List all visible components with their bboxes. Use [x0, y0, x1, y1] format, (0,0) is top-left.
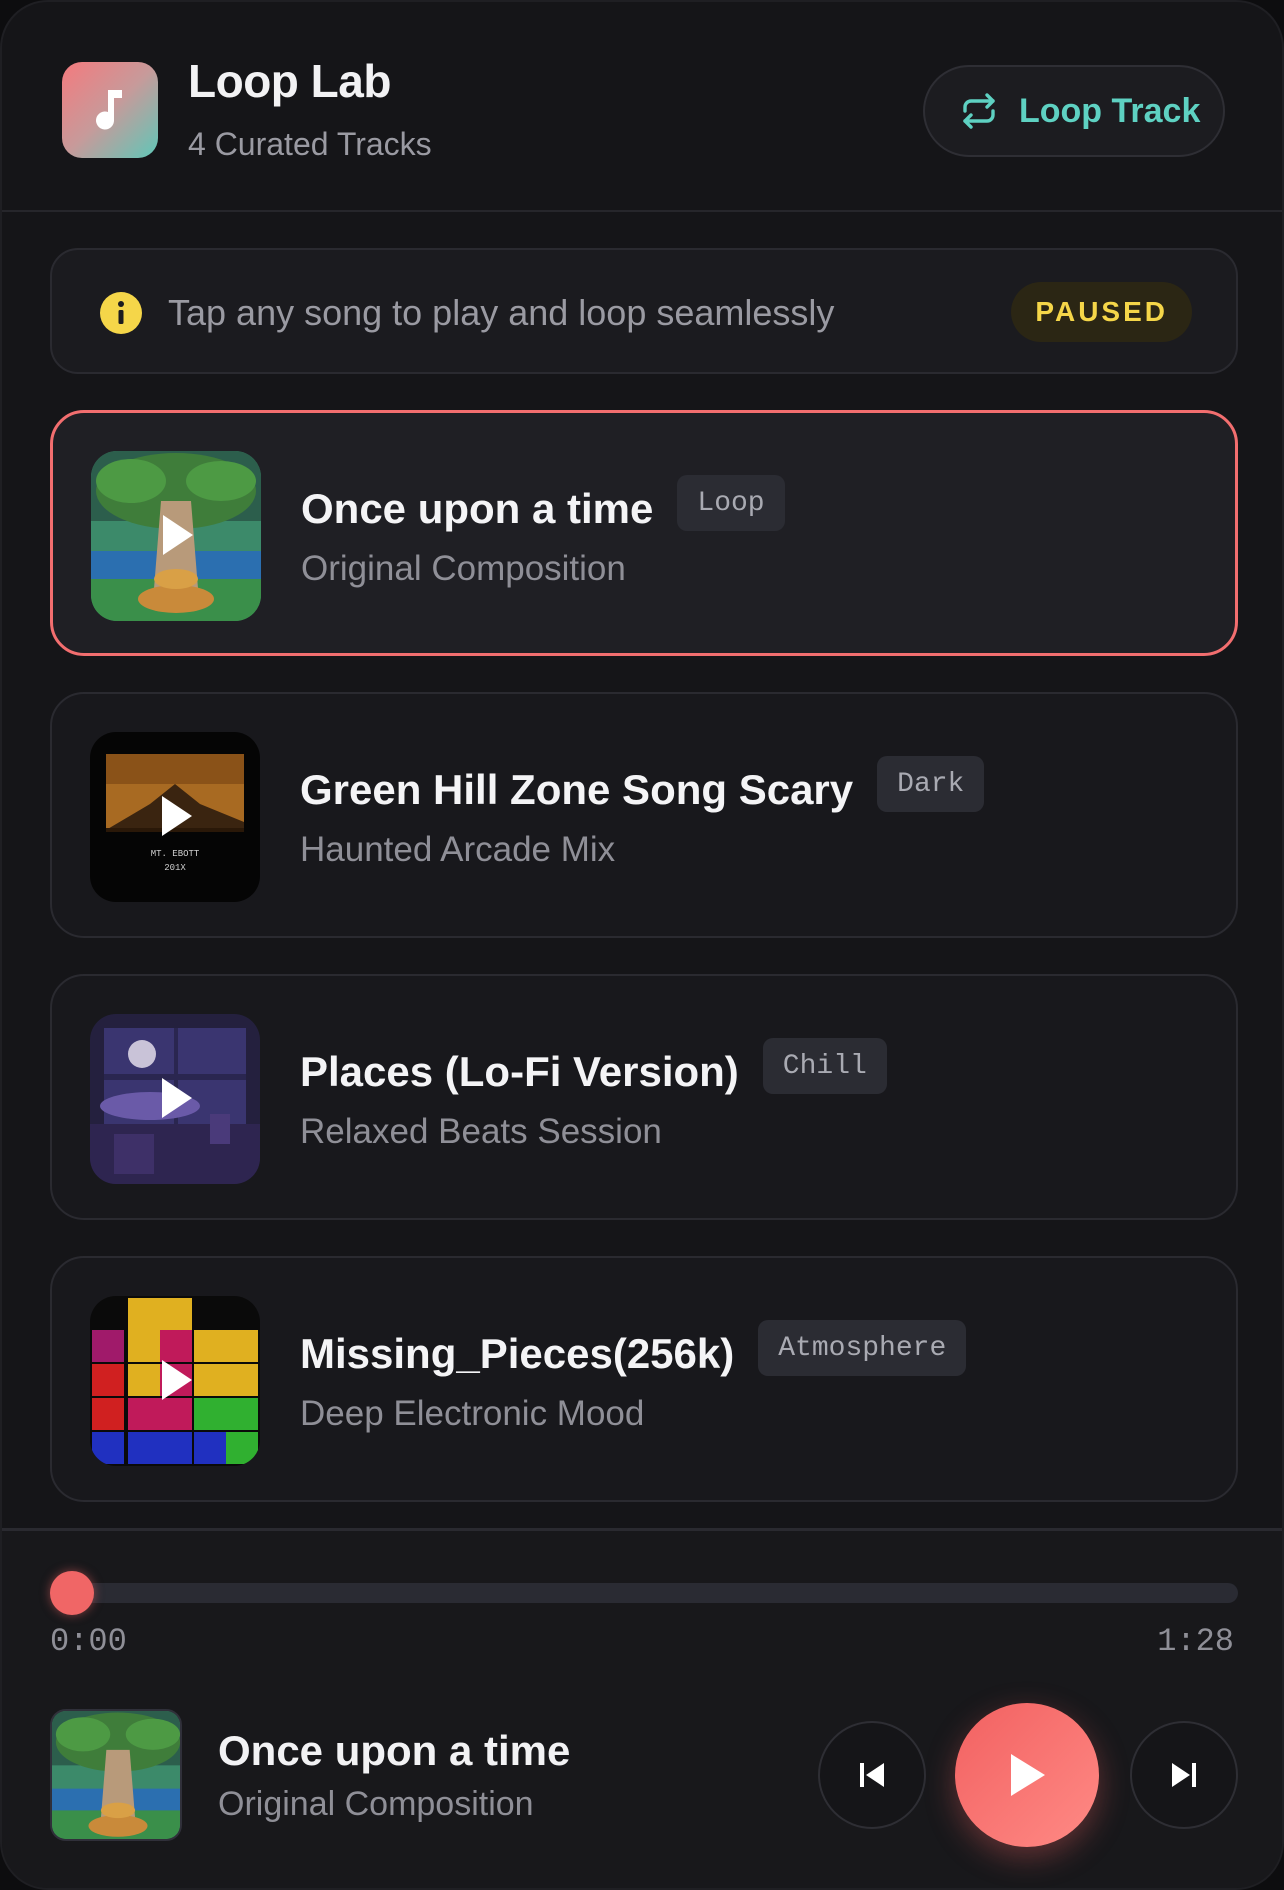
- now-playing-subtitle: Original Composition: [218, 1785, 534, 1823]
- total-time: 1:28: [1157, 1623, 1234, 1660]
- loop-track-label: Loop Track: [1019, 91, 1201, 130]
- track-artwork: [90, 1014, 260, 1184]
- track-card[interactable]: Missing_Pieces(256k) Atmosphere Deep Ele…: [50, 1256, 1238, 1502]
- app-subtitle: 4 Curated Tracks: [188, 126, 432, 162]
- track-subtitle: Original Composition: [301, 549, 626, 588]
- track-title: Missing_Pieces(256k) Atmosphere: [300, 1320, 967, 1382]
- track-card[interactable]: MT. EBOTT 201X Green Hill Zone Song Scar…: [50, 692, 1238, 938]
- track-card[interactable]: Places (Lo-Fi Version) Chill Relaxed Bea…: [50, 974, 1238, 1220]
- art-caption-2: 201X: [164, 863, 186, 873]
- info-banner: Tap any song to play and loop seamlessly…: [50, 248, 1238, 374]
- track-artwork: [90, 1296, 260, 1466]
- header: Loop Lab 4 Curated Tracks Loop Track: [2, 2, 1282, 212]
- art-caption-1: MT. EBOTT: [151, 849, 200, 859]
- now-playing-artwork: [50, 1709, 182, 1841]
- app-window: Loop Lab 4 Curated Tracks Loop Track Tap…: [0, 0, 1284, 1890]
- progress-handle[interactable]: [50, 1571, 94, 1615]
- app-title: Loop Lab: [188, 55, 391, 107]
- next-button[interactable]: [1130, 1721, 1238, 1829]
- banner-text: Tap any song to play and loop seamlessly: [168, 292, 835, 333]
- music-note-icon: [96, 90, 122, 130]
- play-icon: [162, 1078, 192, 1118]
- repeat-icon: [959, 91, 999, 131]
- loop-track-button[interactable]: Loop Track: [923, 65, 1225, 157]
- player-bar: 0:00 1:28 Once upon a time Original Comp…: [2, 1528, 1282, 1888]
- play-icon: [162, 796, 192, 836]
- current-time: 0:00: [50, 1623, 127, 1660]
- track-artwork: [91, 451, 261, 621]
- track-title: Once upon a time Loop: [301, 475, 785, 537]
- previous-button[interactable]: [818, 1721, 926, 1829]
- now-playing-title: Once upon a time: [218, 1727, 571, 1774]
- track-title: Green Hill Zone Song Scary Dark: [300, 756, 985, 818]
- track-card[interactable]: Once upon a time Loop Original Compositi…: [50, 410, 1238, 656]
- track-artwork: MT. EBOTT 201X: [90, 732, 260, 902]
- progress-bar[interactable]: [50, 1583, 1238, 1603]
- skip-next-icon: [1172, 1763, 1196, 1787]
- track-tag: Atmosphere: [758, 1320, 967, 1376]
- play-icon: [162, 1360, 192, 1400]
- status-badge: PAUSED: [1011, 282, 1192, 342]
- track-tag: Dark: [877, 756, 985, 812]
- play-icon: [163, 515, 193, 555]
- info-icon: [100, 292, 142, 334]
- track-title: Places (Lo-Fi Version) Chill: [300, 1038, 887, 1100]
- app-logo: [62, 62, 158, 158]
- track-subtitle: Relaxed Beats Session: [300, 1112, 662, 1151]
- track-subtitle: Haunted Arcade Mix: [300, 830, 616, 869]
- track-tag: Chill: [762, 1038, 887, 1094]
- track-tag: Loop: [677, 475, 785, 531]
- play-icon: [1011, 1754, 1045, 1796]
- skip-previous-icon: [860, 1763, 884, 1787]
- track-subtitle: Deep Electronic Mood: [300, 1394, 645, 1433]
- play-pause-button[interactable]: [955, 1703, 1099, 1847]
